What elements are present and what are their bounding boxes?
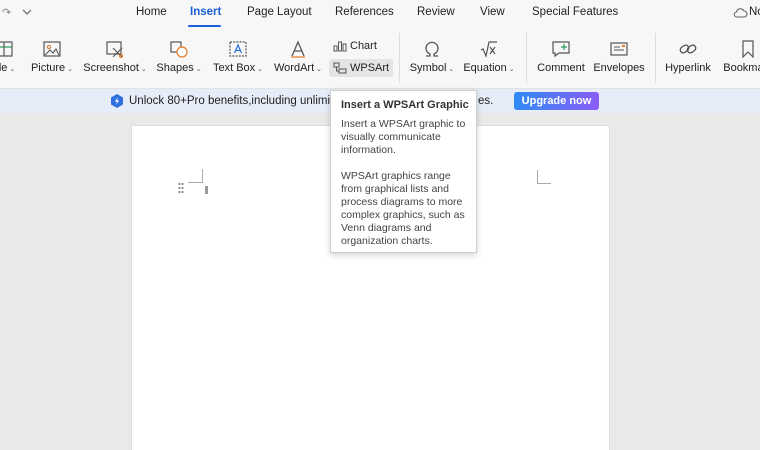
screenshot-icon bbox=[106, 41, 123, 58]
tab-review[interactable]: Review bbox=[417, 6, 455, 18]
equation-button[interactable]: Equation ⌄ bbox=[462, 39, 516, 85]
ribbon-separator bbox=[399, 33, 400, 83]
shapes-icon bbox=[170, 41, 188, 58]
promo-text: Unlock 80+Pro benefits,including unlimit… bbox=[129, 95, 347, 107]
sqrt-x-icon bbox=[480, 41, 497, 58]
ribbon-separator bbox=[526, 33, 527, 83]
omega-icon bbox=[425, 41, 439, 57]
text-cursor bbox=[205, 186, 208, 194]
screenshot-button[interactable]: Screenshot ⌄ bbox=[82, 39, 148, 85]
ribbon-separator bbox=[655, 33, 656, 83]
chart-button[interactable]: Chart bbox=[333, 37, 377, 55]
symbol-button[interactable]: Symbol ⌄ bbox=[408, 39, 456, 85]
table-icon bbox=[0, 41, 13, 57]
table-button[interactable]: ble⌄ bbox=[0, 39, 16, 85]
account-label[interactable]: No bbox=[749, 6, 760, 18]
promo-text-tail: es. bbox=[478, 95, 494, 107]
bookmark-button[interactable]: Bookmark bbox=[720, 39, 760, 85]
envelope-icon bbox=[610, 42, 628, 56]
bookmark-icon bbox=[742, 40, 754, 58]
text-box-button[interactable]: Text Box ⌄ bbox=[210, 39, 266, 85]
upgrade-now-button[interactable]: Upgrade now bbox=[514, 92, 599, 110]
tooltip-paragraph: WPSArt graphics range from graphical lis… bbox=[341, 170, 465, 247]
wordart-button[interactable]: WordArt ⌄ bbox=[272, 39, 324, 85]
drag-handle-icon[interactable] bbox=[178, 182, 184, 194]
pro-shield-icon bbox=[111, 94, 123, 108]
tab-references[interactable]: References bbox=[335, 6, 394, 18]
tab-special-features[interactable]: Special Features bbox=[532, 6, 618, 18]
link-icon bbox=[679, 44, 697, 54]
wordart-icon bbox=[291, 40, 305, 58]
shapes-button[interactable]: Shapes ⌄ bbox=[156, 39, 202, 85]
picture-icon bbox=[43, 41, 61, 57]
cloud-icon[interactable] bbox=[733, 7, 748, 22]
ribbon-insert: ble⌄ Picture⌄ Screenshot⌄ Shapes⌄ Text B… bbox=[0, 27, 760, 89]
wpsart-button[interactable]: WPSArt bbox=[329, 59, 394, 77]
tab-view[interactable]: View bbox=[480, 6, 505, 18]
margin-corner-top-left-h bbox=[188, 182, 203, 183]
wpsart-icon bbox=[333, 62, 347, 74]
tooltip-paragraph: Insert a WPSArt graphic to visually comm… bbox=[341, 118, 466, 156]
tab-page-layout[interactable]: Page Layout bbox=[247, 6, 312, 18]
text-box-icon bbox=[229, 41, 247, 57]
picture-button[interactable]: Picture ⌄ bbox=[28, 39, 76, 85]
menu-bar: ↷ Home Insert Page Layout References Rev… bbox=[0, 0, 760, 27]
comment-button[interactable]: Comment bbox=[534, 39, 588, 85]
tooltip-title: Insert a WPSArt Graphic bbox=[341, 99, 469, 111]
chart-icon bbox=[333, 41, 347, 52]
tab-insert[interactable]: Insert bbox=[190, 6, 221, 18]
comment-icon bbox=[552, 41, 570, 58]
tab-home[interactable]: Home bbox=[136, 6, 167, 18]
redo-icon[interactable]: ↷ bbox=[2, 6, 11, 19]
envelopes-button[interactable]: Envelopes bbox=[591, 39, 647, 85]
wpsart-tooltip: Insert a WPSArt Graphic Insert a WPSArt … bbox=[330, 90, 477, 253]
chevron-down-icon[interactable] bbox=[22, 7, 32, 19]
margin-corner-top-left bbox=[202, 169, 203, 183]
hyperlink-button[interactable]: Hyperlink bbox=[663, 39, 713, 85]
margin-corner-top-right bbox=[537, 170, 551, 184]
